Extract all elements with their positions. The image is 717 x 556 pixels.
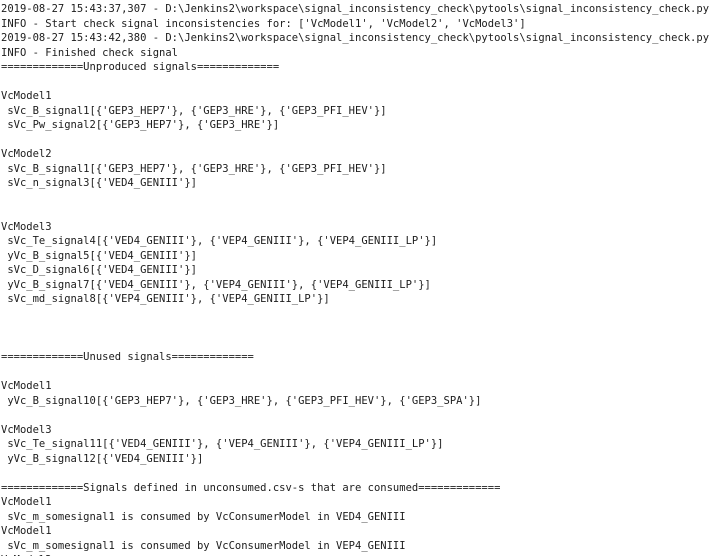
log-blank-line [1, 408, 717, 423]
log-blank-line [1, 365, 717, 380]
log-console[interactable]: 2019-08-27 15:43:37,307 - D:\Jenkins2\wo… [0, 0, 717, 556]
log-line: INFO - Finished check signal [1, 46, 179, 59]
log-line: sVc_B_signal1[{'GEP3_HEP7'}, {'GEP3_HRE'… [1, 162, 387, 175]
log-blank-line [1, 191, 717, 206]
log-blank-line [1, 321, 717, 336]
log-line: VcModel1 [1, 496, 52, 508]
log-line: =============Unused signals============= [1, 351, 254, 363]
log-line: sVc_md_signal8[{'VEP4_GENIII'}, {'VEP4_G… [1, 293, 330, 305]
log-line: sVc_Te_signal4[{'VED4_GENIII'}, {'VEP4_G… [1, 235, 438, 247]
log-line: sVc_Te_signal11[{'VED4_GENIII'}, {'VEP4_… [1, 438, 444, 450]
log-blank-line [1, 307, 717, 322]
log-line: =============Unproduced signals=========… [1, 61, 280, 73]
log-line: yVc_B_signal10[{'GEP3_HEP7'}, {'GEP3_HRE… [1, 394, 482, 407]
log-blank-line [1, 336, 717, 351]
log-line: VcModel2 [1, 148, 52, 160]
log-line: sVc_m_somesignal1 is consumed by VcConsu… [1, 510, 406, 523]
log-line: VcModel1 [1, 90, 52, 102]
log-line: yVc_B_signal12[{'VED4_GENIII'}] [1, 452, 204, 465]
log-line: yVc_B_signal5[{'VED4_GENIII'}] [1, 249, 197, 262]
log-line: 2019-08-27 15:43:37,307 - D:\Jenkins2\wo… [1, 3, 717, 15]
log-blank-line [1, 205, 717, 220]
log-line: VcModel3 [1, 220, 52, 233]
log-line: INFO - Start check signal inconsistencie… [1, 17, 526, 30]
log-blank-line [1, 466, 717, 481]
log-line: sVc_D_signal6[{'VED4_GENIII'}] [1, 264, 197, 276]
log-line: VcModel1 [1, 525, 52, 537]
log-line: VcModel3 [1, 423, 52, 436]
log-line: 2019-08-27 15:43:42,380 - D:\Jenkins2\wo… [1, 32, 717, 44]
log-blank-line [1, 75, 717, 90]
log-line: sVc_Pw_signal2[{'GEP3_HEP7'}, {'GEP3_HRE… [1, 119, 280, 131]
log-line: yVc_B_signal7[{'VED4_GENIII'}, {'VEP4_GE… [1, 278, 431, 291]
log-line: sVc_m_somesignal1 is consumed by VcConsu… [1, 539, 406, 552]
log-line: sVc_n_signal3[{'VED4_GENIII'}] [1, 177, 197, 189]
log-line: VcModel1 [1, 380, 52, 392]
log-blank-line [1, 133, 717, 148]
log-line: =============Signals defined in unconsum… [1, 481, 501, 494]
log-line: sVc_B_signal1[{'GEP3_HEP7'}, {'GEP3_HRE'… [1, 104, 387, 117]
